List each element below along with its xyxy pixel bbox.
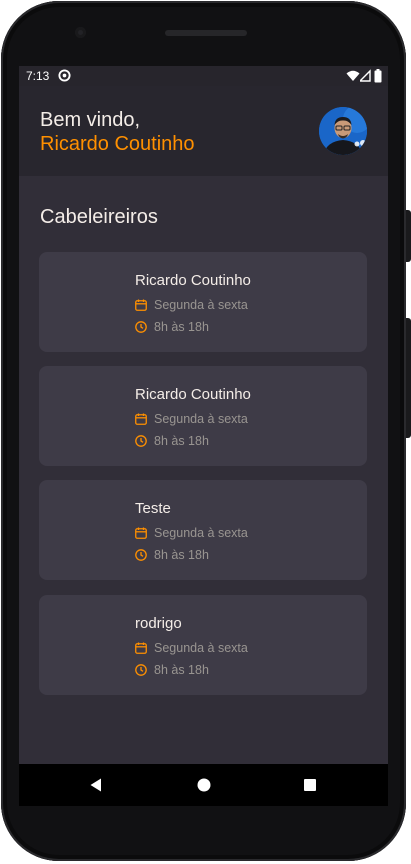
wifi-icon xyxy=(346,70,360,81)
front-camera xyxy=(75,27,86,38)
cell-signal-icon xyxy=(360,69,371,82)
calendar-icon xyxy=(135,527,147,539)
provider-hours-text: 8h às 18h xyxy=(154,548,209,562)
sync-circle-icon xyxy=(58,69,71,82)
clock-icon xyxy=(135,549,147,561)
provider-hours: 8h às 18h xyxy=(135,548,335,564)
greeting-text: Bem vindo, xyxy=(40,109,141,131)
back-triangle-icon[interactable] xyxy=(89,777,103,793)
provider-days-text: Segunda à sexta xyxy=(154,298,248,312)
provider-days: Segunda à sexta xyxy=(135,641,335,657)
provider-name: Ricardo Coutinho xyxy=(135,272,251,289)
user-avatar[interactable] xyxy=(319,107,367,155)
earpiece-speaker xyxy=(165,30,247,36)
phone-device: 7:13 Bem vindo, Ricardo Coutinho Cabelei… xyxy=(0,0,411,864)
avatar-image xyxy=(319,107,367,155)
app-header: Bem vindo, Ricardo Coutinho xyxy=(19,86,388,176)
provider-card[interactable]: Ricardo Coutinho Segunda à sexta 8h às 1… xyxy=(39,366,367,466)
provider-card[interactable]: Ricardo Coutinho Segunda à sexta 8h às 1… xyxy=(39,252,367,352)
provider-name: Ricardo Coutinho xyxy=(135,386,251,403)
provider-hours: 8h às 18h xyxy=(135,663,335,679)
calendar-icon xyxy=(135,413,147,425)
user-name[interactable]: Ricardo Coutinho xyxy=(40,132,195,156)
clock-icon xyxy=(135,435,147,447)
calendar-icon xyxy=(135,299,147,311)
status-time: 7:13 xyxy=(26,69,50,83)
provider-hours-text: 8h às 18h xyxy=(154,663,209,677)
power-button xyxy=(406,210,411,262)
provider-days: Segunda à sexta xyxy=(135,298,335,314)
provider-days-text: Segunda à sexta xyxy=(154,526,248,540)
provider-hours: 8h às 18h xyxy=(135,434,335,450)
status-icons xyxy=(346,69,382,83)
provider-days: Segunda à sexta xyxy=(135,412,335,428)
provider-card[interactable]: Teste Segunda à sexta 8h às 18h xyxy=(39,480,367,580)
provider-card[interactable]: rodrigo Segunda à sexta 8h às 18h xyxy=(39,595,367,695)
status-bar: 7:13 xyxy=(19,66,388,86)
recents-square-icon[interactable] xyxy=(303,777,317,793)
calendar-icon xyxy=(135,642,147,654)
section-title: Cabeleireiros xyxy=(40,206,158,228)
volume-button xyxy=(406,318,411,438)
provider-days: Segunda à sexta xyxy=(135,526,335,542)
clock-icon xyxy=(135,321,147,333)
provider-hours: 8h às 18h xyxy=(135,320,335,336)
battery-icon xyxy=(374,69,382,83)
provider-hours-text: 8h às 18h xyxy=(154,434,209,448)
clock-icon xyxy=(135,664,147,676)
provider-days-text: Segunda à sexta xyxy=(154,641,248,655)
home-circle-icon[interactable] xyxy=(196,777,212,793)
provider-hours-text: 8h às 18h xyxy=(154,320,209,334)
app-screen: 7:13 Bem vindo, Ricardo Coutinho Cabelei… xyxy=(19,66,388,806)
navigation-bar xyxy=(19,764,388,806)
provider-name: Teste xyxy=(135,500,171,517)
provider-name: rodrigo xyxy=(135,615,182,632)
provider-days-text: Segunda à sexta xyxy=(154,412,248,426)
